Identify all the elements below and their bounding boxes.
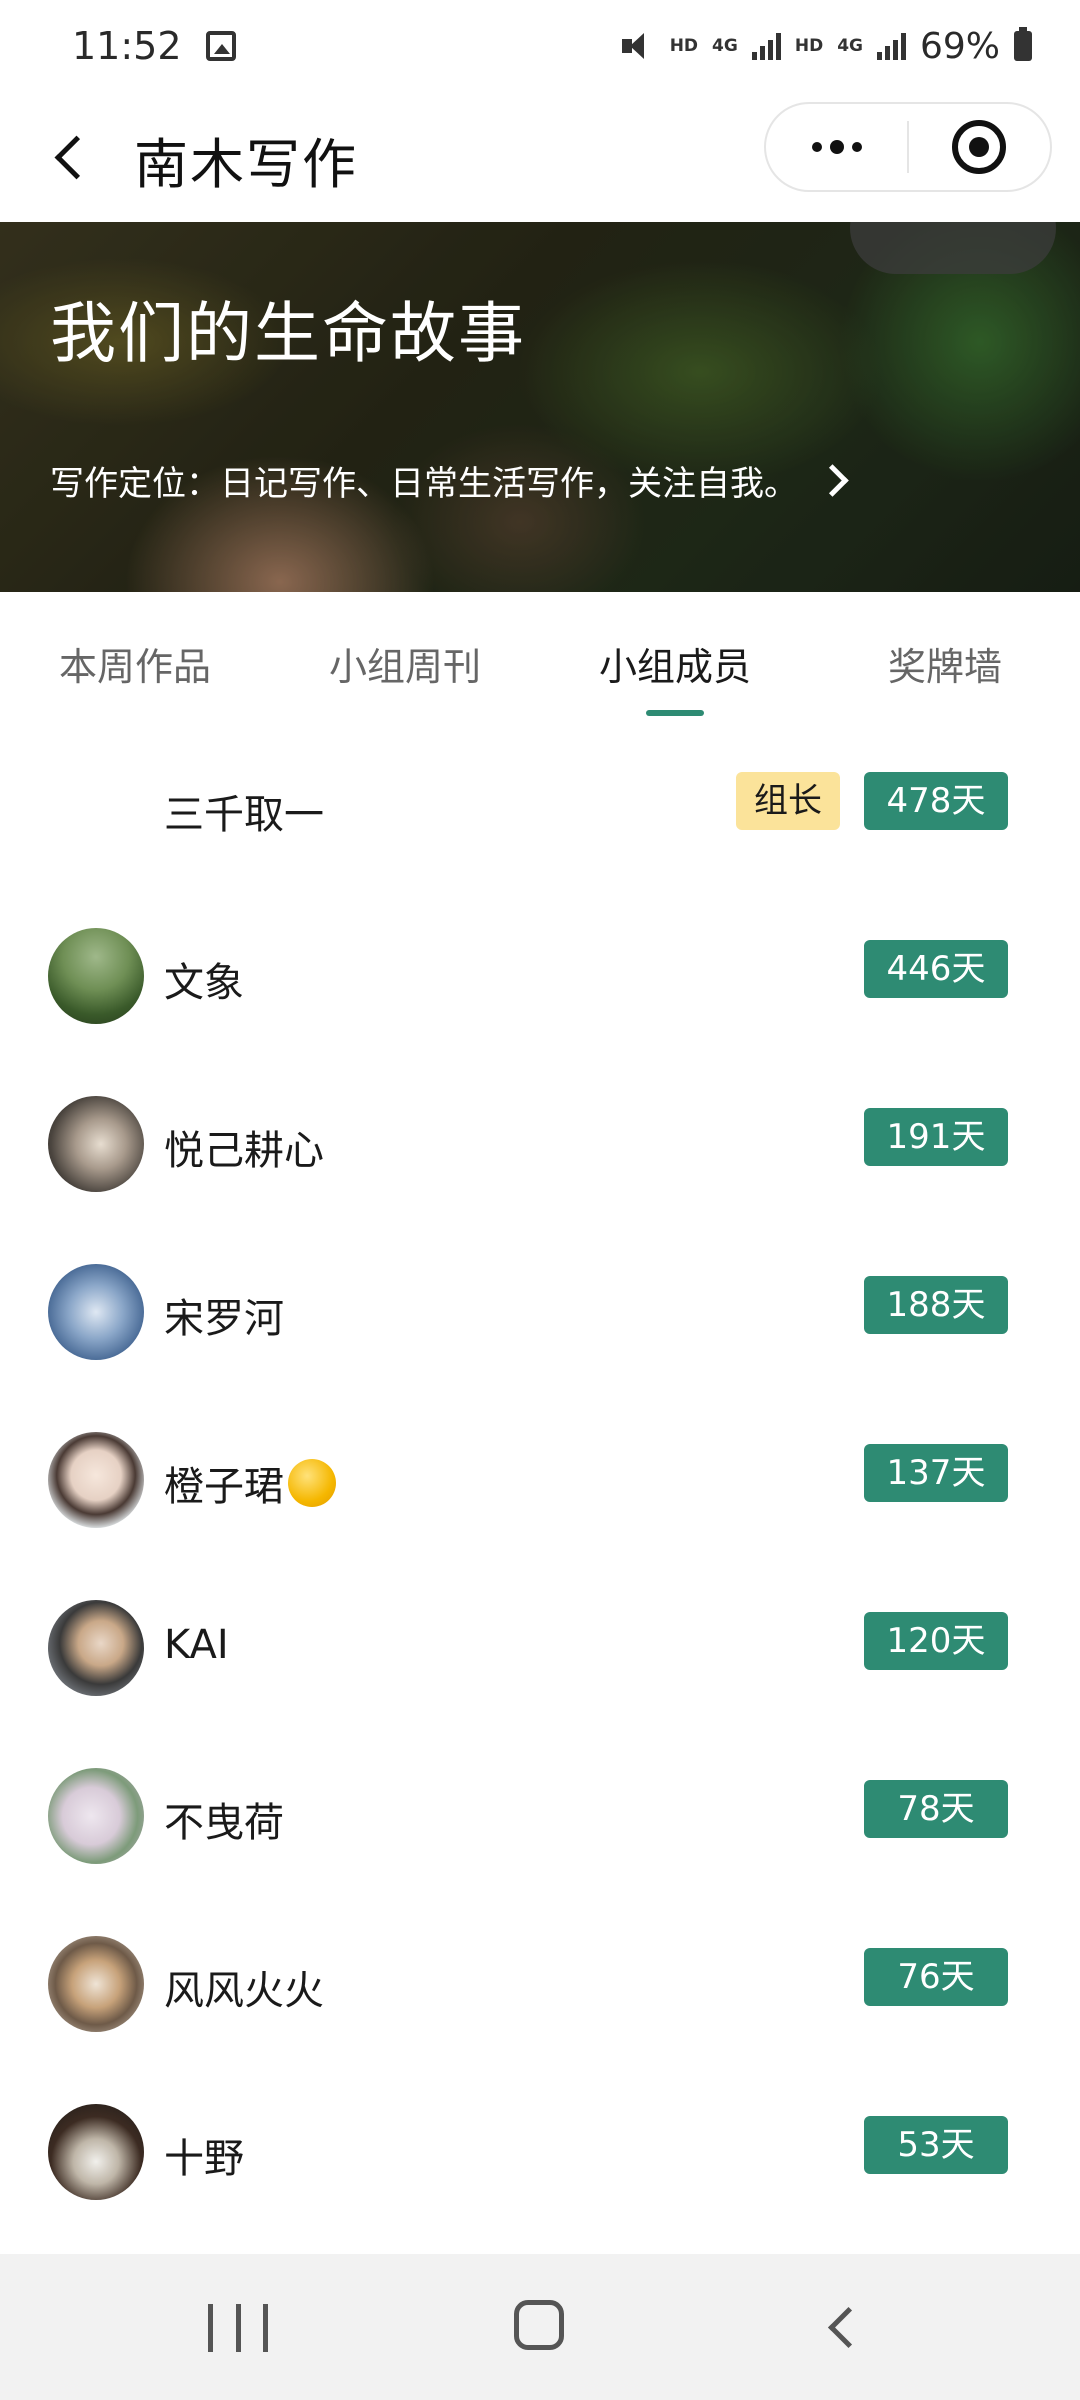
group-title: 我们的生命故事 <box>50 295 526 372</box>
app-screen: 11:52 HD 4G HD 4G 69% 南木写作 我们的生命故事 写作定位：… <box>0 0 1080 2400</box>
group-banner: 我们的生命故事 写作定位：日记写作、日常生活写作，关注自我。 <box>0 222 1080 592</box>
days-badge: 78天 <box>864 1780 1008 1838</box>
mute-icon <box>621 31 656 61</box>
member-name: KAI <box>164 1622 229 1668</box>
recents-icon[interactable] <box>208 2304 268 2352</box>
tab-weekly-works[interactable]: 本周作品 <box>0 636 270 696</box>
active-tab-indicator <box>646 710 704 716</box>
member-row[interactable]: 橙子珺 137天 <box>0 1394 1080 1562</box>
member-name: 不曳荷 <box>164 1800 284 1846</box>
group-description[interactable]: 写作定位：日记写作、日常生活写作，关注自我。 <box>50 456 798 505</box>
battery-icon <box>1014 27 1032 61</box>
member-name: 宋罗河 <box>164 1296 284 1342</box>
signal-icon-2 <box>876 32 906 60</box>
group-tabs: 本周作品 小组周刊 小组成员 奖牌墙 <box>0 592 1080 722</box>
member-name: 悦己耕心 <box>164 1128 324 1174</box>
network-label-2: 4G <box>837 35 863 56</box>
status-bar: 11:52 HD 4G HD 4G 69% <box>0 0 1080 92</box>
member-row[interactable]: 不曳荷 78天 <box>0 1730 1080 1898</box>
avatar <box>48 928 144 1024</box>
days-badge: 76天 <box>864 1948 1008 2006</box>
days-badge: 53天 <box>864 2116 1008 2174</box>
member-name: 文象 <box>164 960 244 1006</box>
avatar <box>48 1600 144 1696</box>
member-row[interactable]: 文象 446天 <box>0 890 1080 1058</box>
close-miniprogram-button[interactable] <box>909 104 1050 190</box>
miniprogram-capsule <box>764 102 1052 192</box>
tab-medal-wall[interactable]: 奖牌墙 <box>810 636 1080 696</box>
network-label-1: 4G <box>712 35 738 56</box>
system-back-icon[interactable] <box>820 2304 866 2350</box>
battery-percent: 69% <box>919 25 1000 67</box>
member-row[interactable]: KAI 120天 <box>0 1562 1080 1730</box>
target-close-icon <box>952 120 1007 174</box>
tab-group-members[interactable]: 小组成员 <box>540 636 810 696</box>
avatar <box>48 1096 144 1192</box>
member-row[interactable]: 三千取一 组长 478天 <box>0 722 1080 890</box>
member-name: 风风火火 <box>164 1968 324 2014</box>
member-row[interactable]: 悦己耕心 191天 <box>0 1058 1080 1226</box>
member-row[interactable]: 十野 53天 <box>0 2066 1080 2234</box>
avatar <box>48 1936 144 2032</box>
system-nav-bar <box>0 2254 1080 2400</box>
avatar <box>48 1432 144 1528</box>
nav-bar: 南木写作 <box>0 92 1080 222</box>
member-row[interactable]: 宋罗河 188天 <box>0 1226 1080 1394</box>
hd-label-1: HD <box>669 35 699 56</box>
banner-action-pill[interactable] <box>850 222 1056 274</box>
home-icon[interactable] <box>514 2300 564 2350</box>
status-time: 11:52 <box>72 24 182 68</box>
hd-label-2: HD <box>794 35 824 56</box>
avatar <box>48 2104 144 2200</box>
days-badge: 478天 <box>864 772 1008 830</box>
days-badge: 188天 <box>864 1276 1008 1334</box>
tab-group-weekly[interactable]: 小组周刊 <box>270 636 540 696</box>
days-badge: 191天 <box>864 1108 1008 1166</box>
member-name: 十野 <box>164 2136 244 2182</box>
chevron-right-icon[interactable] <box>816 460 856 500</box>
days-badge: 137天 <box>864 1444 1008 1502</box>
nav-title: 南木写作 <box>134 133 358 196</box>
avatar <box>48 1768 144 1864</box>
days-badge: 120天 <box>864 1612 1008 1670</box>
member-name: 三千取一 <box>164 792 324 838</box>
member-name: 橙子珺 <box>164 1454 336 1512</box>
member-row[interactable]: 风风火火 76天 <box>0 1898 1080 2066</box>
leader-badge: 组长 <box>736 772 840 830</box>
back-chevron-icon[interactable] <box>40 122 100 192</box>
gallery-notification-icon <box>205 31 236 61</box>
status-left: 11:52 <box>72 24 236 68</box>
avatar <box>48 1264 144 1360</box>
more-dots-icon[interactable] <box>766 104 907 190</box>
days-badge: 446天 <box>864 940 1008 998</box>
status-right: HD 4G HD 4G 69% <box>621 25 1032 67</box>
signal-icon-1 <box>751 32 781 60</box>
sun-emoji-icon <box>288 1459 336 1507</box>
